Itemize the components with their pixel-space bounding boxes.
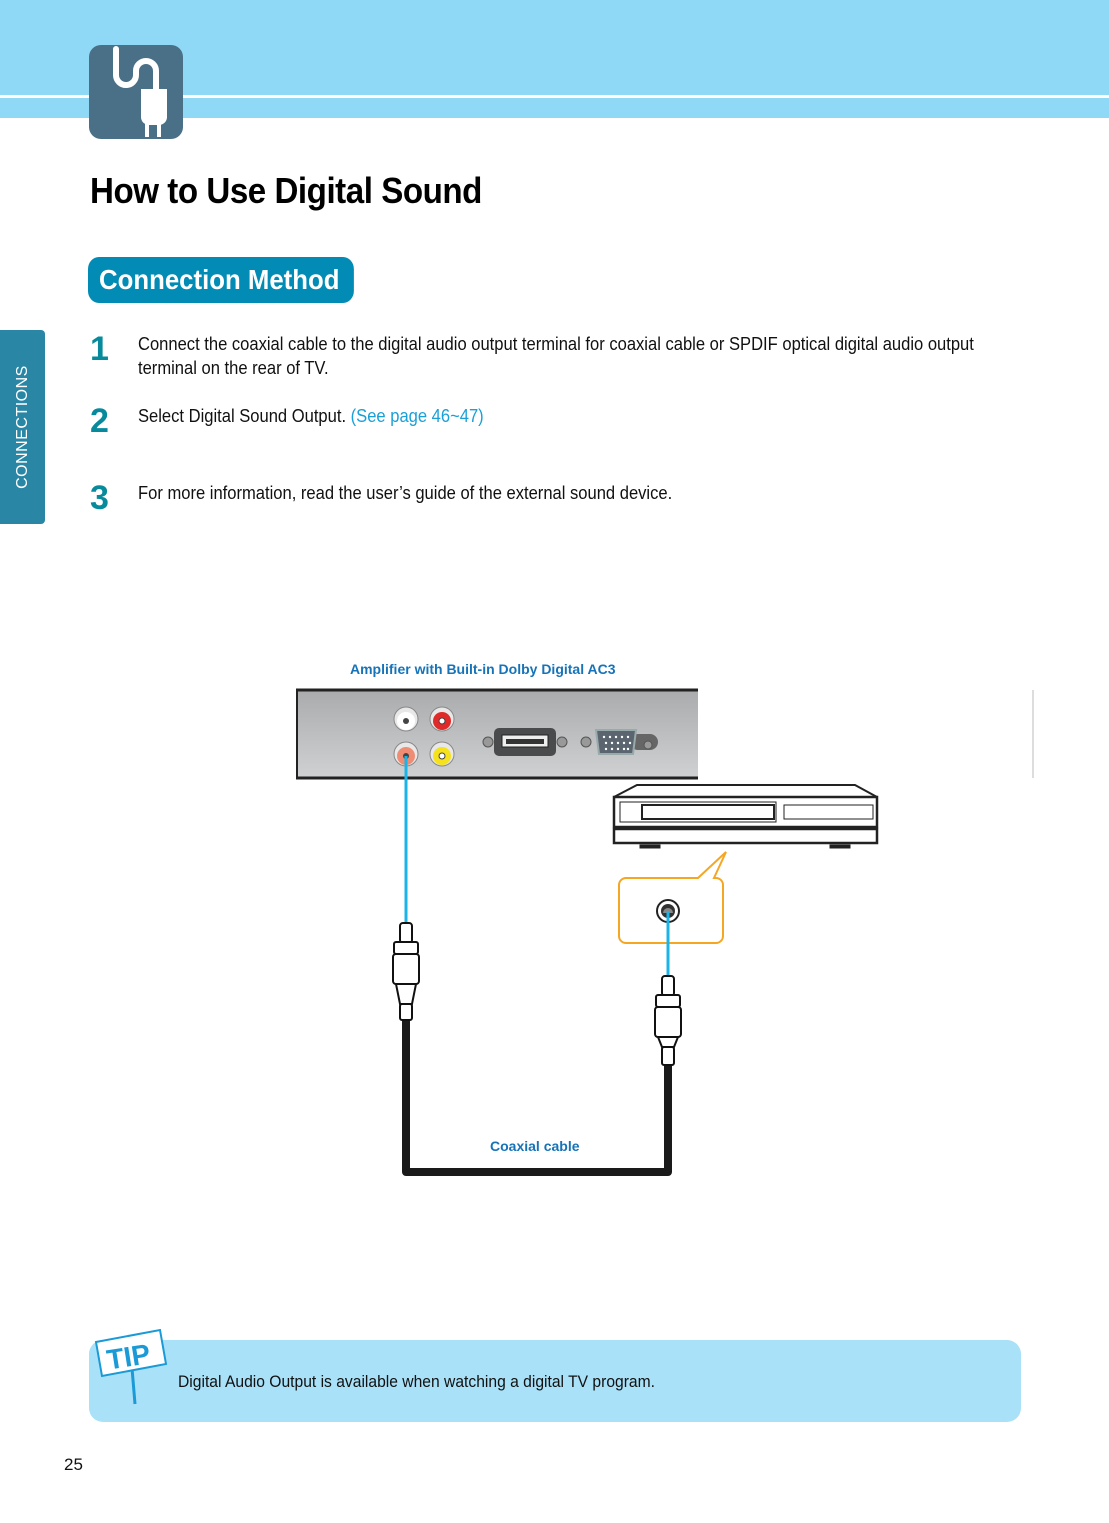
connection-diagram [296, 688, 1034, 1176]
red-rca-jack [429, 706, 455, 732]
left-rca-plug [392, 922, 420, 1021]
yellow-rca-jack [429, 741, 455, 767]
white-rca-jack [393, 706, 419, 732]
right-rca-plug [654, 975, 682, 1066]
page-number: 25 [64, 1455, 83, 1474]
tip-text: Digital Audio Output is available when w… [178, 1372, 656, 1391]
dvd-player [612, 784, 879, 849]
tip-badge: TIP [105, 1338, 153, 1375]
coaxial-output-callout [618, 851, 727, 944]
tip-sign-icon: TIP [94, 1328, 168, 1405]
hdmi-port [482, 728, 568, 756]
